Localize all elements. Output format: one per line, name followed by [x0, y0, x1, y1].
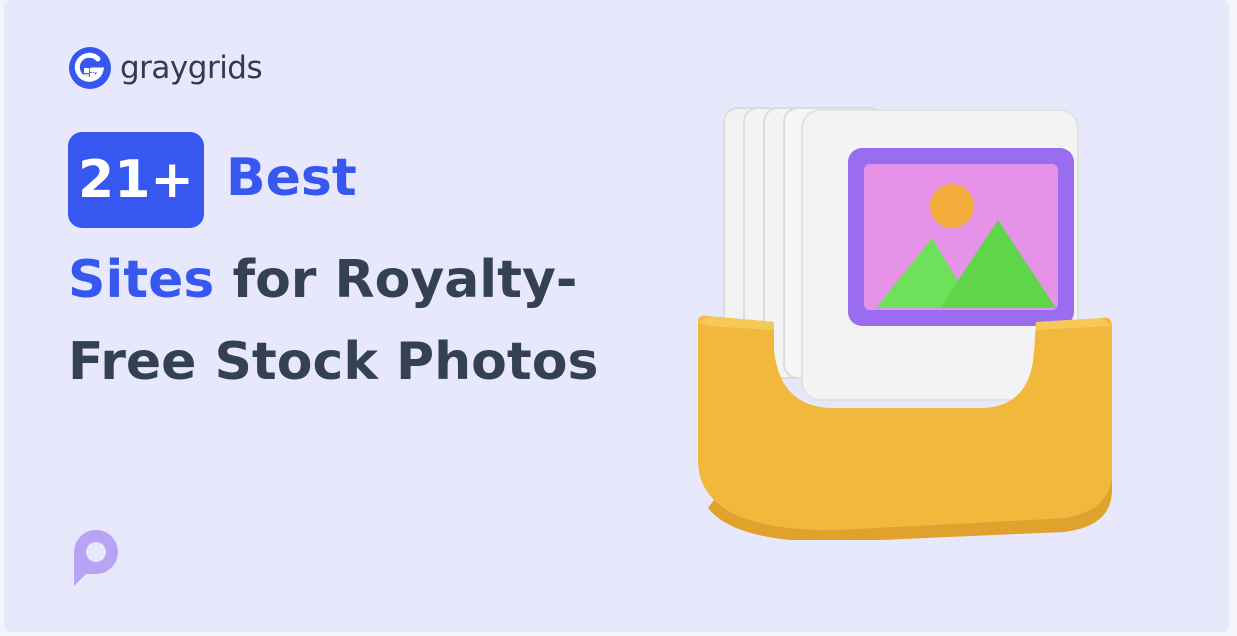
headline-line-2: Sites for Royalty- — [68, 250, 577, 310]
p-logo-watermark-icon — [74, 530, 118, 586]
headline-accent-word: Sites — [68, 250, 215, 310]
banner-card: graygrids 21+ Best Sites for Royalty- Fr… — [4, 0, 1229, 632]
headline-line-2-rest: for Royalty- — [214, 250, 578, 310]
photo-stack-tray-icon — [698, 107, 1112, 540]
graygrids-logo-icon — [69, 47, 111, 89]
headline-line-1: Best — [226, 148, 357, 208]
brand-logo[interactable]: graygrids — [68, 46, 263, 90]
headline-line-3: Free Stock Photos — [68, 332, 599, 392]
brand-name: graygrids — [120, 50, 263, 86]
count-badge: 21+ — [68, 132, 204, 228]
